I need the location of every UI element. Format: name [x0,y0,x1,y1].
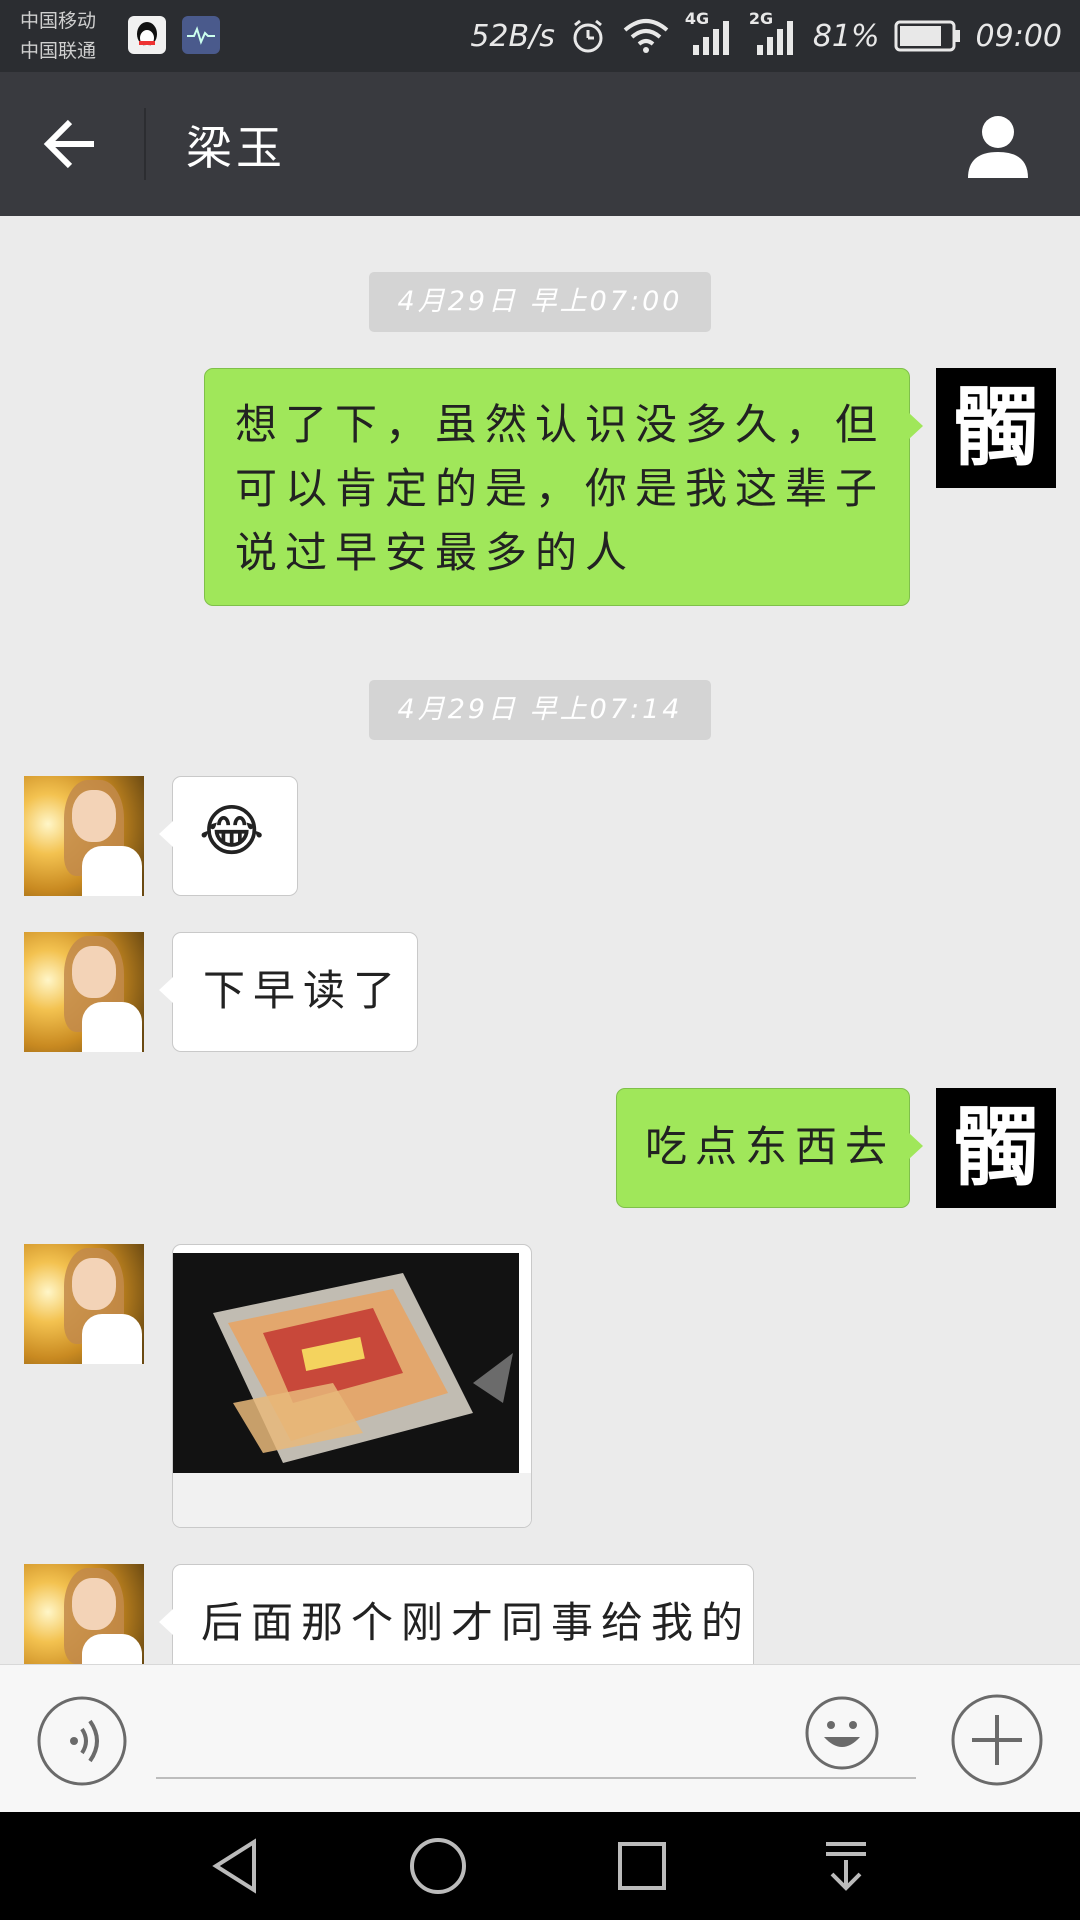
message-bubble-self[interactable]: 吃点东西去 [616,1088,923,1208]
wifi-icon [623,19,669,53]
bubble-tail [159,977,173,1003]
back-button[interactable] [30,102,114,186]
input-bar [0,1664,1080,1813]
bubble-tail [159,821,173,847]
battery-icon [894,20,960,52]
message-text: 想了下，虽然认识没多久，但可以肯定的是，你是我这辈子说过早安最多的人 [235,400,886,577]
voice-button[interactable] [36,1695,128,1787]
message-bubble-other[interactable]: 😂 [159,776,298,896]
nav-back-icon [212,1838,256,1894]
avatar-other[interactable] [24,1244,144,1364]
photo-snack-package[interactable] [173,1253,519,1473]
chat-title: 梁玉 [186,121,286,175]
message-bubble-other[interactable]: 后面那个刚才同事给我的 [159,1564,754,1664]
message-text: 吃点东西去 [645,1122,896,1171]
emoji-tears-of-joy-icon: 😂 [199,799,265,864]
status-bar: 中国移动 中国联通 52B/s 4G 2G 81% 09:00 [0,0,1080,72]
header-divider [144,108,146,180]
message-input[interactable] [156,1705,916,1779]
bubble-tail [909,1133,923,1159]
message-text: 下早读了 [203,966,404,1015]
battery-percent: 81% [812,18,880,54]
profile-button[interactable] [956,102,1040,186]
carrier-1: 中国移动 [20,10,97,32]
bubble-tail [909,413,923,439]
message-text: 后面那个刚才同事给我的 [201,1598,752,1647]
avatar-other[interactable] [24,932,144,1052]
timestamp: 4月29日 早上07:14 [369,680,711,740]
avatar-self[interactable]: 髑 [936,368,1056,488]
arrow-left-icon [43,119,94,169]
signal-icon-2g: 2G [749,9,799,57]
nav-home-icon [410,1838,466,1894]
emoji-smile-icon [805,1696,879,1770]
nav-recent-button[interactable] [612,1836,672,1896]
nav-back-button[interactable] [206,1836,266,1896]
image-caption-area [173,1473,531,1527]
alarm-icon [573,19,603,53]
status-right: 52B/s 4G 2G 81% 09:00 [470,9,1062,58]
avatar-self[interactable]: 髑 [936,1088,1056,1208]
clock: 09:00 [975,18,1062,54]
signal-icon-4g: 4G [685,9,735,57]
chat-header: 梁玉 [0,72,1080,216]
emoji-button[interactable] [804,1695,880,1771]
person-icon [968,116,1028,178]
health-icon [182,16,220,54]
carrier-2: 中国联通 [20,40,97,62]
image-message[interactable] [172,1244,532,1528]
net-speed: 52B/s [470,18,555,54]
qq-icon [128,16,166,54]
plus-button[interactable] [950,1693,1044,1787]
nav-recent-icon [618,1842,666,1890]
nav-notification-button[interactable] [816,1836,876,1896]
voice-icon [37,1696,127,1786]
plus-icon [951,1694,1043,1786]
nav-notification-icon [826,1842,866,1891]
navigation-bar [0,1812,1080,1920]
bubble-tail [159,1609,173,1635]
avatar-other[interactable] [24,776,144,896]
nav-home-button[interactable] [408,1836,468,1896]
timestamp: 4月29日 早上07:00 [369,272,711,332]
avatar-other[interactable] [24,1564,144,1664]
message-bubble-self[interactable]: 想了下，虽然认识没多久，但可以肯定的是，你是我这辈子说过早安最多的人 [204,368,923,606]
chat-area[interactable]: 4月29日 早上07:00 想了下，虽然认识没多久，但可以肯定的是，你是我这辈子… [0,216,1080,1664]
message-bubble-other[interactable]: 下早读了 [159,932,418,1052]
